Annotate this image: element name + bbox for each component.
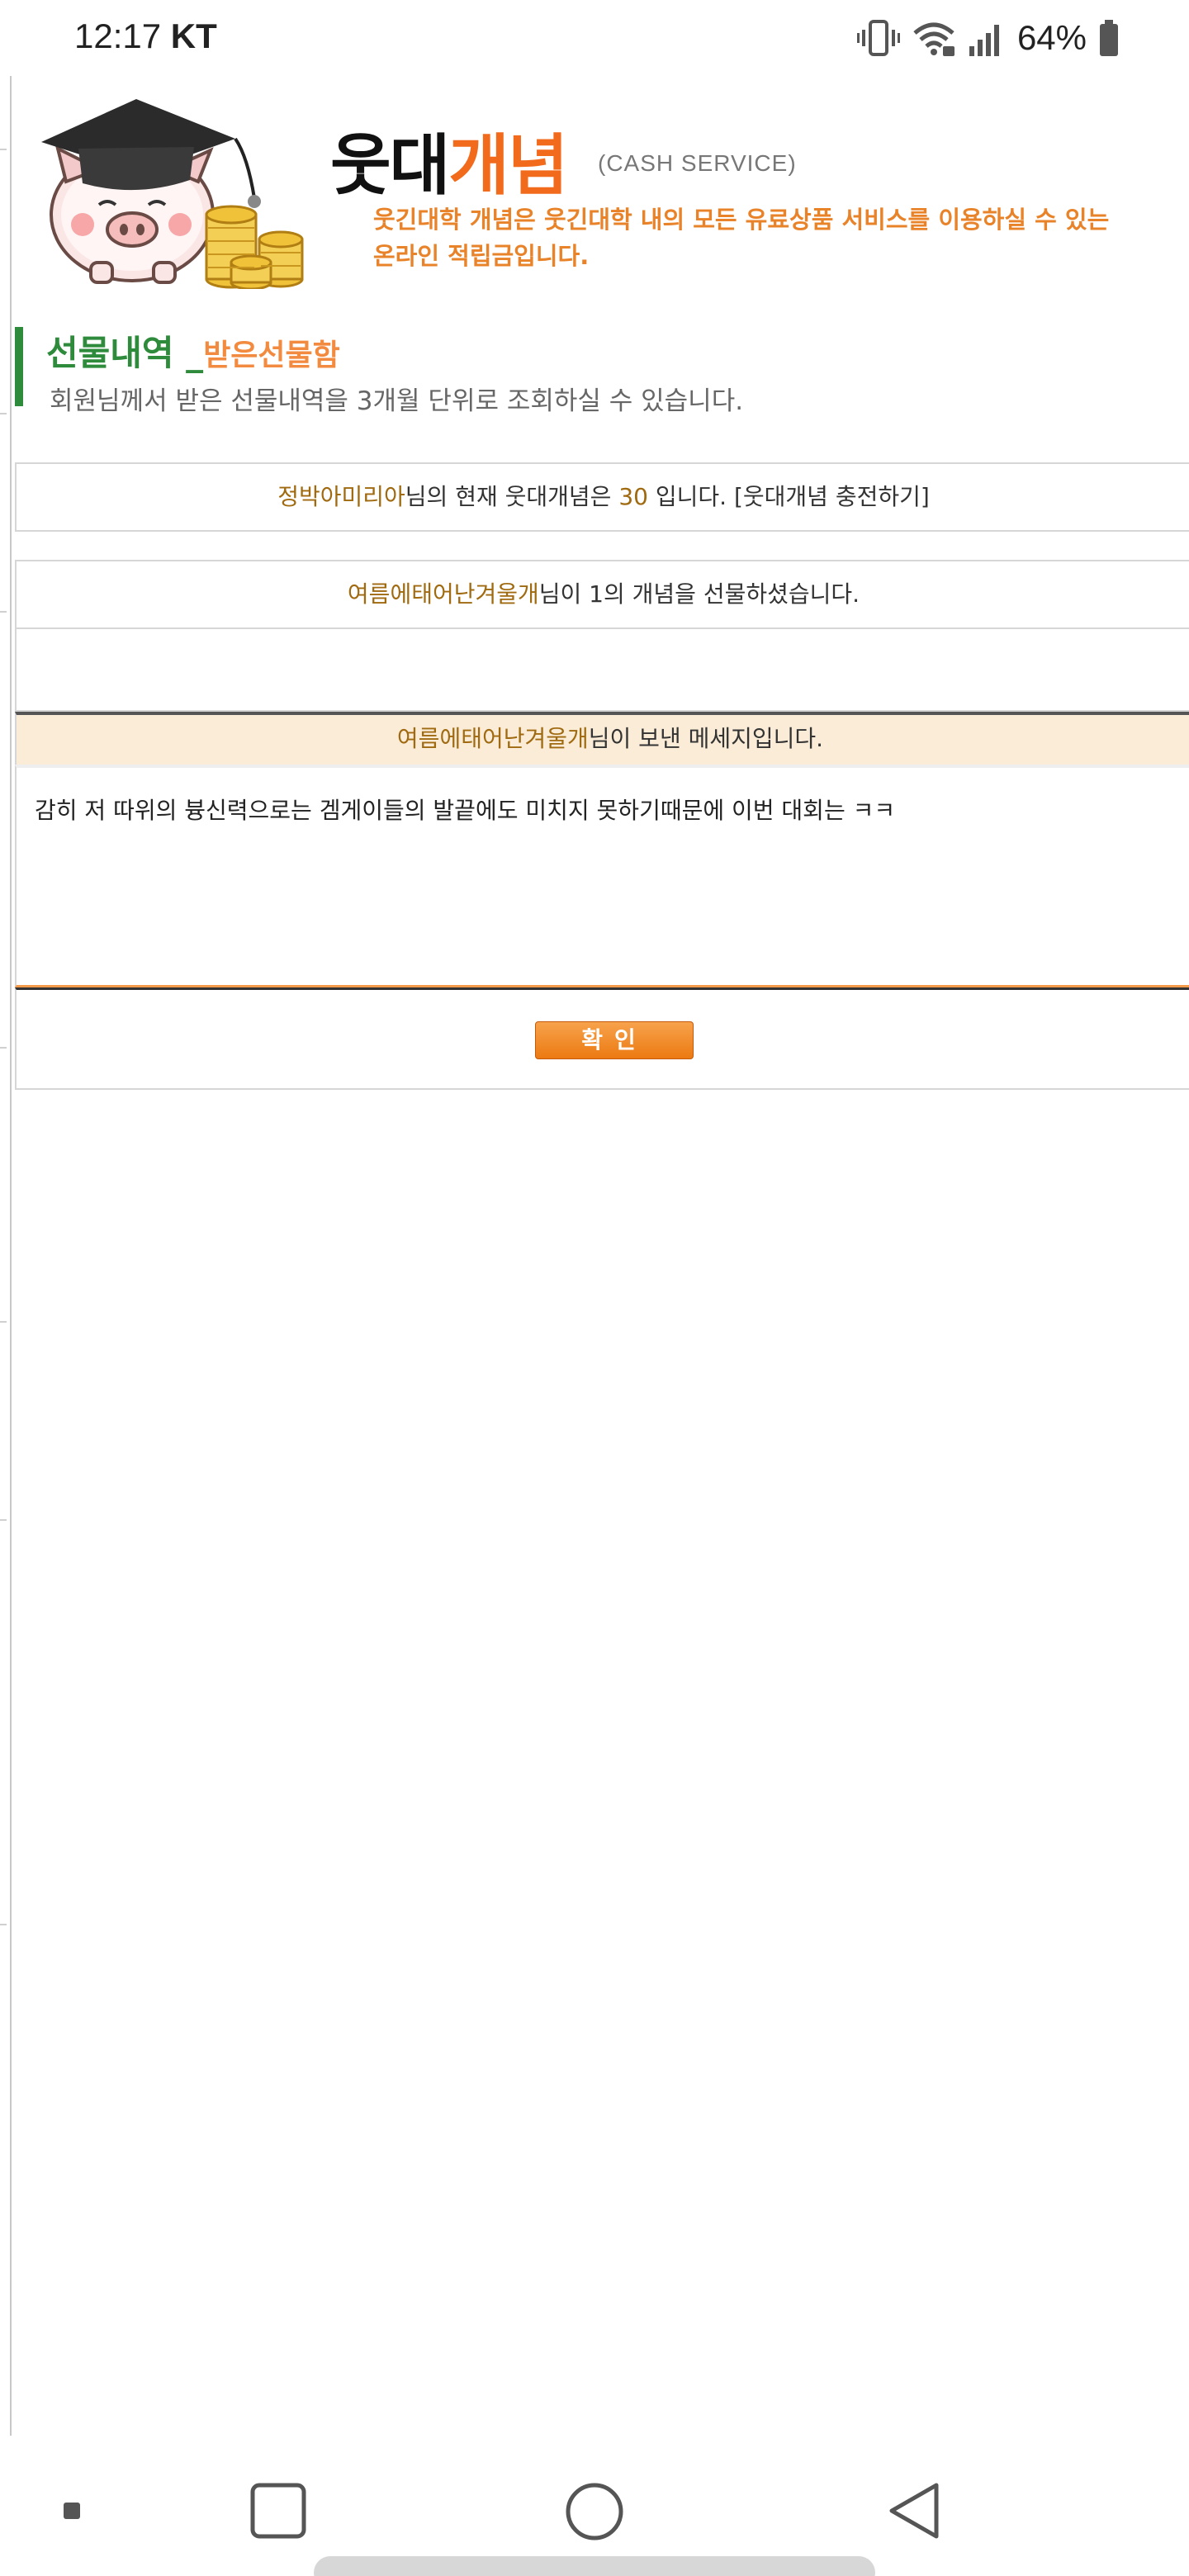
battery-icon xyxy=(1100,20,1118,56)
battery-percent: 64% xyxy=(1016,18,1087,57)
gesture-pill[interactable] xyxy=(314,2556,875,2576)
status-time: 12:17 KT xyxy=(74,17,217,55)
header-description: 웃긴대학 개념은 웃긴대학 내의 모든 유료상품 서비스를 이용하실 수 있는 … xyxy=(373,206,1110,270)
recent-dot-icon[interactable] xyxy=(63,2502,81,2520)
back-triangle-icon[interactable] xyxy=(885,2480,943,2541)
confirm-button[interactable]: 확인 xyxy=(535,1021,694,1059)
square-icon[interactable] xyxy=(249,2482,307,2540)
status-bar: 12:17 KT 64% xyxy=(0,0,1189,76)
home-circle-icon[interactable] xyxy=(565,2482,624,2541)
page-left-border xyxy=(10,76,12,2437)
vibrate-icon xyxy=(856,20,900,56)
section-title: 선물내역 _받은선물함 xyxy=(46,333,340,373)
message-footer: 확인 xyxy=(15,987,1189,1090)
charge-link[interactable]: 입니다. [웃대개념 충전하기] xyxy=(648,483,930,510)
message-text: 감히 저 따위의 븅신력으로는 겜게이들의 발끝에도 미치지 못하기때문에 이번… xyxy=(35,797,896,824)
gift-box: 여름에태어난겨울개님이 1의 개념을 선물하셨습니다. xyxy=(15,560,1189,629)
balance-line: 정박아미리아님의 현재 웃대개념은 30 입니다. [웃대개념 충전하기] xyxy=(277,483,930,510)
gift-sender: 여름에태어난겨울개 xyxy=(347,580,539,608)
signal-icon xyxy=(969,25,999,56)
brand-subtitle: (CASH SERVICE) xyxy=(598,150,797,176)
balance-username: 정박아미리아 xyxy=(277,483,405,510)
status-icons: 64% xyxy=(856,15,1120,61)
spacer-box xyxy=(15,629,1189,712)
gift-line: 여름에태어난겨울개님이 1의 개념을 선물하셨습니다. xyxy=(347,580,860,608)
message-sender: 여름에태어난겨울개 xyxy=(396,725,589,752)
message-body: 감히 저 따위의 븅신력으로는 겜게이들의 발끝에도 미치지 못하기때문에 이번… xyxy=(15,765,1189,987)
section-note: 회원님께서 받은 선물내역을 3개월 단위로 조회하실 수 있습니다. xyxy=(50,386,744,416)
balance-amount: 30 xyxy=(618,483,648,510)
balance-box: 정박아미리아님의 현재 웃대개념은 30 입니다. [웃대개념 충전하기] xyxy=(15,462,1189,532)
section-accent-bar xyxy=(15,327,23,406)
brand-title: 웃대개념 xyxy=(330,127,568,204)
pig-graduate-coins-logo xyxy=(33,91,314,291)
wifi-icon xyxy=(913,22,955,56)
navigation-bar xyxy=(0,2436,1189,2576)
message-header: 여름에태어난겨울개님이 보낸 메세지입니다. xyxy=(15,712,1189,765)
